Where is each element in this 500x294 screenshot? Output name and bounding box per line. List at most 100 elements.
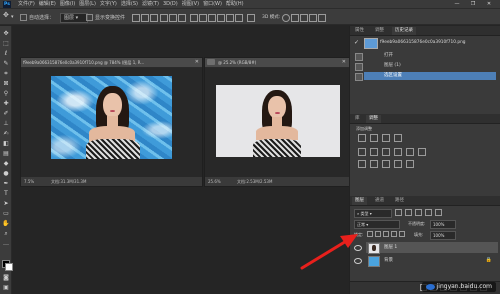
healing-brush-tool-icon[interactable]: ✚: [2, 100, 10, 108]
close-button[interactable]: ✕: [482, 0, 496, 9]
align-right-icon[interactable]: [178, 14, 186, 22]
align-left-icon[interactable]: [160, 14, 168, 22]
menu-item[interactable]: 文件(F): [18, 0, 35, 9]
dodge-tool-icon[interactable]: ●: [2, 170, 10, 178]
menu-item[interactable]: 帮助(H): [226, 0, 244, 9]
distribute-right-icon[interactable]: [235, 14, 243, 22]
tab-channels[interactable]: 通道: [372, 197, 387, 205]
filter-adjustment-icon[interactable]: [405, 209, 412, 216]
lasso-tool-icon[interactable]: ℓ: [2, 50, 10, 58]
tool-preset-chevron-icon[interactable]: ▾: [11, 14, 14, 21]
menu-item[interactable]: 3D(D): [163, 0, 178, 9]
snapshot-brush-icon[interactable]: ✓: [354, 40, 359, 46]
black-white-icon[interactable]: [394, 148, 402, 156]
layer-row[interactable]: 背景 🔒: [354, 255, 498, 267]
quick-select-tool-icon[interactable]: ✎: [2, 60, 10, 68]
filter-smart-object-icon[interactable]: [435, 209, 442, 216]
3d-slide-icon[interactable]: [309, 14, 317, 22]
threshold-icon[interactable]: [382, 160, 390, 168]
close-document-2-icon[interactable]: ✕: [342, 59, 346, 66]
tab-paths[interactable]: 路径: [392, 197, 407, 205]
quick-mask-icon[interactable]: ◙: [2, 274, 10, 282]
invert-icon[interactable]: [358, 160, 366, 168]
photo-filter-icon[interactable]: [406, 148, 414, 156]
opacity-field[interactable]: 100%: [430, 220, 456, 229]
lock-artboard-icon[interactable]: [391, 231, 397, 237]
menu-item[interactable]: 图层(L): [79, 0, 96, 9]
distribute-hcenter-icon[interactable]: [226, 14, 234, 22]
distribute-left-icon[interactable]: [217, 14, 225, 22]
history-item-selected[interactable]: 选区设置: [355, 72, 496, 81]
move-tool-icon[interactable]: ✥: [3, 12, 9, 19]
canvas-area-1[interactable]: [21, 68, 202, 177]
distribute-bottom-icon[interactable]: [208, 14, 216, 22]
menu-item[interactable]: 滤镜(T): [142, 0, 159, 9]
filter-pixel-icon[interactable]: [395, 209, 402, 216]
auto-align-icon[interactable]: [247, 14, 255, 22]
close-document-1-icon[interactable]: ✕: [195, 59, 199, 66]
eyedropper-tool-icon[interactable]: ⚲: [2, 90, 10, 98]
zoom-tool-icon[interactable]: ⌕: [2, 230, 10, 238]
tab-layers[interactable]: 图层: [352, 197, 367, 205]
menu-item[interactable]: 图像(I): [60, 0, 75, 9]
3d-roll-icon[interactable]: [291, 14, 299, 22]
menu-item[interactable]: 视图(V): [182, 0, 199, 9]
hand-tool-icon[interactable]: ✋: [2, 220, 10, 228]
brush-tool-icon[interactable]: ✐: [2, 110, 10, 118]
lock-transparent-icon[interactable]: [367, 231, 373, 237]
history-brush-tool-icon[interactable]: ✍: [2, 130, 10, 138]
minimize-button[interactable]: —: [450, 0, 464, 9]
crop-tool-icon[interactable]: ⌗: [2, 70, 10, 78]
tab-adjust[interactable]: 调整: [372, 27, 387, 35]
distribute-top-icon[interactable]: [190, 14, 198, 22]
align-vcenter-icon[interactable]: [141, 14, 149, 22]
move-tool-icon[interactable]: ✥: [2, 30, 10, 38]
brightness-contrast-icon[interactable]: [358, 134, 366, 142]
tab-history[interactable]: 历史记录: [392, 27, 416, 35]
type-tool-icon[interactable]: T: [2, 190, 10, 198]
fill-field[interactable]: 100%: [430, 231, 456, 240]
curves-icon[interactable]: [382, 134, 390, 142]
visibility-eye-icon[interactable]: [354, 245, 362, 251]
layer-kind-filter[interactable]: ⌕ 类型 ▾: [354, 209, 392, 218]
more-tools-icon[interactable]: …: [2, 240, 10, 248]
gradient-map-icon[interactable]: [406, 160, 414, 168]
3d-scale-icon[interactable]: [318, 14, 326, 22]
lock-all-icon[interactable]: [399, 231, 405, 237]
history-item[interactable]: 打开: [355, 52, 496, 61]
pen-tool-icon[interactable]: ✒: [2, 180, 10, 188]
color-balance-icon[interactable]: [382, 148, 390, 156]
layer-row-selected[interactable]: 图层 1: [354, 242, 498, 254]
auto-select-checkbox[interactable]: 自动选择：: [20, 14, 54, 21]
visibility-eye-icon[interactable]: [354, 258, 362, 264]
selective-color-icon[interactable]: [394, 160, 402, 168]
marquee-tool-icon[interactable]: ⬚: [2, 40, 10, 48]
screen-mode-icon[interactable]: ▣: [2, 284, 10, 292]
gradient-tool-icon[interactable]: ▤: [2, 150, 10, 158]
filter-type-icon[interactable]: [415, 209, 422, 216]
menu-item[interactable]: 编辑(E): [39, 0, 56, 9]
blend-mode-select[interactable]: 正常 ▾: [354, 220, 400, 229]
exposure-icon[interactable]: [394, 134, 402, 142]
history-item[interactable]: 图层 (1): [355, 62, 496, 71]
tab-properties[interactable]: 属性: [352, 27, 367, 35]
document-tab-2[interactable]: @ 25.2% (RGB/8#) ✕: [205, 58, 349, 68]
canvas-area-2[interactable]: [205, 68, 349, 177]
3d-orbit-icon[interactable]: [282, 14, 290, 22]
filter-shape-icon[interactable]: [425, 209, 432, 216]
distribute-vcenter-icon[interactable]: [199, 14, 207, 22]
clone-stamp-tool-icon[interactable]: ⊥: [2, 120, 10, 128]
lock-position-icon[interactable]: [383, 231, 389, 237]
maximize-button[interactable]: ❐: [466, 0, 480, 9]
frame-tool-icon[interactable]: ⊠: [2, 80, 10, 88]
channel-mixer-icon[interactable]: [418, 148, 426, 156]
eraser-tool-icon[interactable]: ◧: [2, 140, 10, 148]
lock-pixels-icon[interactable]: [375, 231, 381, 237]
document-window-2[interactable]: @ 25.2% (RGB/8#) ✕ 25.6% 文档:2.53M/2.53M: [204, 57, 350, 187]
align-hcenter-icon[interactable]: [169, 14, 177, 22]
hue-saturation-icon[interactable]: [370, 148, 378, 156]
document-tab-1[interactable]: f9eeb9a066315876e0c0a3910f710.png @ 784%…: [21, 58, 202, 68]
snapshot-thumbnail[interactable]: [364, 38, 378, 49]
posterize-icon[interactable]: [370, 160, 378, 168]
snapshot-name[interactable]: f9eeb9a066315876e0c0a3910f710.png: [380, 38, 466, 47]
